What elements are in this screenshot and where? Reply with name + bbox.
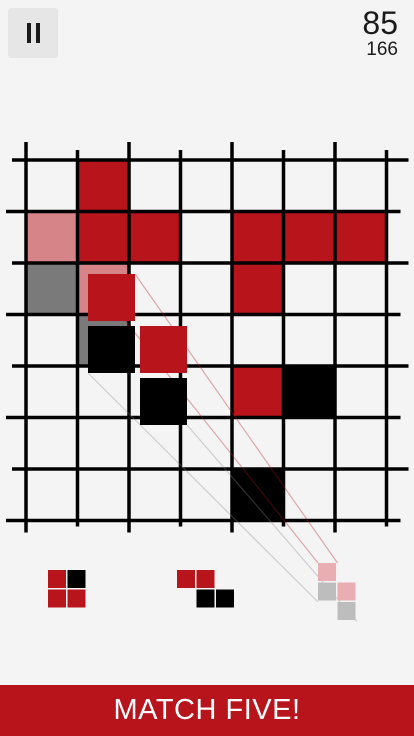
dragged-piece-cell[interactable] bbox=[88, 326, 135, 373]
tray-piece-3-cell[interactable] bbox=[318, 582, 336, 601]
tray-piece-1-cell[interactable] bbox=[48, 570, 66, 588]
board-cell-red bbox=[77, 160, 129, 212]
tray-piece-2-cell[interactable] bbox=[216, 589, 234, 608]
board-cell-red bbox=[283, 211, 335, 263]
board-cell-red bbox=[232, 366, 284, 418]
board-cell-red bbox=[232, 263, 284, 315]
tray-piece-1-cell[interactable] bbox=[67, 589, 86, 608]
tray-piece-3-cell[interactable] bbox=[318, 563, 336, 581]
tray-piece-3-cell[interactable] bbox=[337, 602, 356, 620]
ghost-cell bbox=[26, 263, 78, 315]
ghost-cell bbox=[26, 211, 78, 263]
board-cell-red bbox=[77, 211, 129, 263]
board-cell-black bbox=[232, 469, 284, 521]
board-cell-red bbox=[232, 211, 284, 263]
dragged-piece-cell[interactable] bbox=[88, 274, 135, 321]
board-cell-black bbox=[283, 366, 335, 418]
tray-piece-2-cell[interactable] bbox=[196, 570, 215, 588]
dragged-piece-cell[interactable] bbox=[140, 378, 187, 425]
tray-piece-2-cell[interactable] bbox=[196, 589, 215, 608]
board-cell-red bbox=[335, 211, 387, 263]
board-cell-red bbox=[129, 211, 181, 263]
tray-piece-2-cell[interactable] bbox=[177, 570, 195, 588]
tray-piece-3-cell[interactable] bbox=[337, 582, 356, 601]
tray-piece-1-cell[interactable] bbox=[48, 589, 66, 608]
dragged-piece-cell[interactable] bbox=[140, 326, 187, 373]
match-five-banner: MATCH FIVE! bbox=[0, 685, 414, 736]
tray-piece-1-cell[interactable] bbox=[67, 570, 86, 588]
game-board[interactable] bbox=[0, 0, 414, 736]
